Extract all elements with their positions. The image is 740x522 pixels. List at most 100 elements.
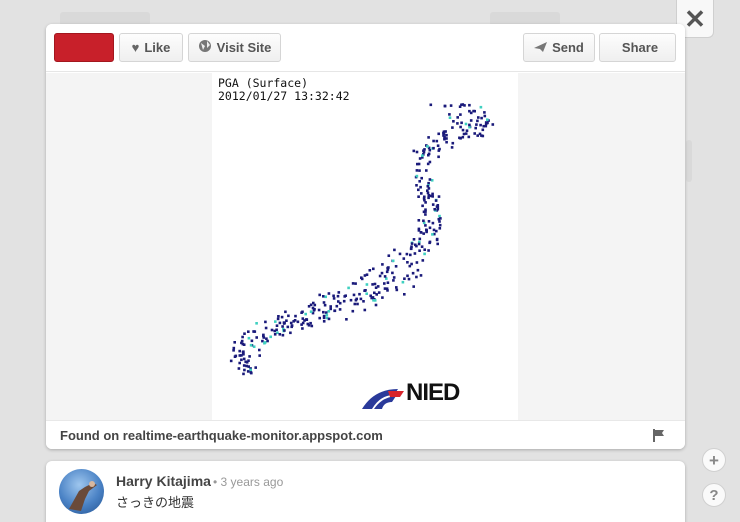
pin-image-area: PGA (Surface) 2012/01/27 13:32:42 NIED xyxy=(46,73,685,420)
station-dot xyxy=(418,249,421,252)
station-dot xyxy=(386,268,390,271)
station-dot xyxy=(486,121,489,125)
station-dot xyxy=(378,274,382,278)
station-dot xyxy=(418,169,421,172)
station-dot xyxy=(427,152,431,156)
station-dot xyxy=(391,259,395,263)
background-board-tile xyxy=(686,140,692,182)
station-dot xyxy=(395,286,398,289)
station-dot xyxy=(237,367,241,370)
station-dot xyxy=(333,309,337,312)
station-dot xyxy=(425,230,428,234)
station-dot xyxy=(354,282,357,285)
station-dot xyxy=(423,248,426,251)
station-dot xyxy=(438,223,442,227)
station-dot xyxy=(360,276,363,279)
station-dot xyxy=(464,132,468,135)
station-dot xyxy=(448,116,452,119)
station-dot xyxy=(386,289,389,292)
like-button[interactable]: ♥ Like xyxy=(119,33,183,62)
station-dot xyxy=(456,116,459,119)
station-dot xyxy=(405,252,409,256)
flag-icon[interactable] xyxy=(653,429,665,442)
station-dot xyxy=(233,341,236,344)
station-dot xyxy=(327,317,331,321)
pin-it-button[interactable] xyxy=(54,33,114,62)
station-dot xyxy=(273,329,276,333)
station-dot xyxy=(383,287,387,290)
station-dot xyxy=(337,291,341,294)
like-label: Like xyxy=(144,40,171,55)
pin-image[interactable]: PGA (Surface) 2012/01/27 13:32:42 NIED xyxy=(212,73,518,420)
station-dot xyxy=(436,242,439,246)
station-dot xyxy=(412,238,416,241)
station-dot xyxy=(287,314,290,318)
station-dot xyxy=(255,322,258,325)
station-dot xyxy=(327,292,331,295)
station-dot xyxy=(426,162,430,166)
station-dot xyxy=(403,277,406,280)
pin-card: ♥ Like Visit Site Send Share PGA (Surfac… xyxy=(46,24,685,449)
station-dot xyxy=(445,140,448,144)
source-link-text[interactable]: Found on realtime-earthquake-monitor.app… xyxy=(60,428,383,443)
station-dot xyxy=(425,169,428,172)
station-dot xyxy=(276,317,280,321)
station-dot xyxy=(437,149,441,152)
station-dot xyxy=(262,334,265,338)
station-dot xyxy=(307,324,311,327)
station-dot xyxy=(412,149,416,153)
station-dot xyxy=(245,361,249,364)
station-dot xyxy=(269,335,272,339)
zoom-in-button[interactable]: + xyxy=(702,448,726,472)
station-dot xyxy=(451,141,455,145)
help-button[interactable]: ? xyxy=(702,483,726,507)
station-dot xyxy=(241,335,244,339)
station-dot xyxy=(420,245,424,248)
station-dot xyxy=(370,296,373,300)
avatar[interactable] xyxy=(59,469,104,514)
station-dot xyxy=(423,195,426,199)
station-dot xyxy=(238,361,241,365)
station-dot xyxy=(469,119,473,122)
station-dot xyxy=(437,195,441,198)
station-dot xyxy=(387,254,391,257)
station-dot xyxy=(337,300,340,303)
station-dot xyxy=(428,226,432,230)
heart-icon: ♥ xyxy=(131,40,140,55)
station-dot xyxy=(402,257,406,260)
station-dot xyxy=(421,154,424,157)
station-dot xyxy=(294,314,297,318)
station-dot xyxy=(371,283,374,286)
station-dot xyxy=(421,204,424,208)
station-dot xyxy=(420,192,423,195)
station-dot xyxy=(258,354,261,357)
station-dot xyxy=(265,337,268,340)
station-dot xyxy=(238,349,241,353)
visit-site-button[interactable]: Visit Site xyxy=(188,33,281,62)
station-dot xyxy=(247,365,250,368)
question-icon: ? xyxy=(709,486,719,504)
station-dot xyxy=(242,372,245,376)
send-button[interactable]: Send xyxy=(523,33,595,62)
station-dot xyxy=(435,229,438,233)
station-dot xyxy=(280,315,284,319)
station-dot xyxy=(435,139,439,143)
station-dot xyxy=(421,259,425,262)
share-button[interactable]: Share xyxy=(599,33,676,62)
station-dot xyxy=(445,137,448,140)
station-dot xyxy=(431,233,434,236)
station-dot xyxy=(473,132,476,135)
station-dot xyxy=(383,275,387,278)
source-link[interactable]: Found on realtime-earthquake-monitor.app… xyxy=(46,420,685,449)
station-dot xyxy=(312,309,316,312)
station-dot xyxy=(435,237,439,241)
station-dot xyxy=(436,206,440,209)
station-dot xyxy=(349,298,353,302)
station-dot xyxy=(483,114,487,118)
commenter-name[interactable]: Harry Kitajima xyxy=(116,473,211,489)
station-dot xyxy=(281,333,285,337)
station-dots xyxy=(229,103,495,376)
station-map xyxy=(229,103,495,376)
station-dot xyxy=(307,305,311,308)
station-dot xyxy=(338,308,342,311)
